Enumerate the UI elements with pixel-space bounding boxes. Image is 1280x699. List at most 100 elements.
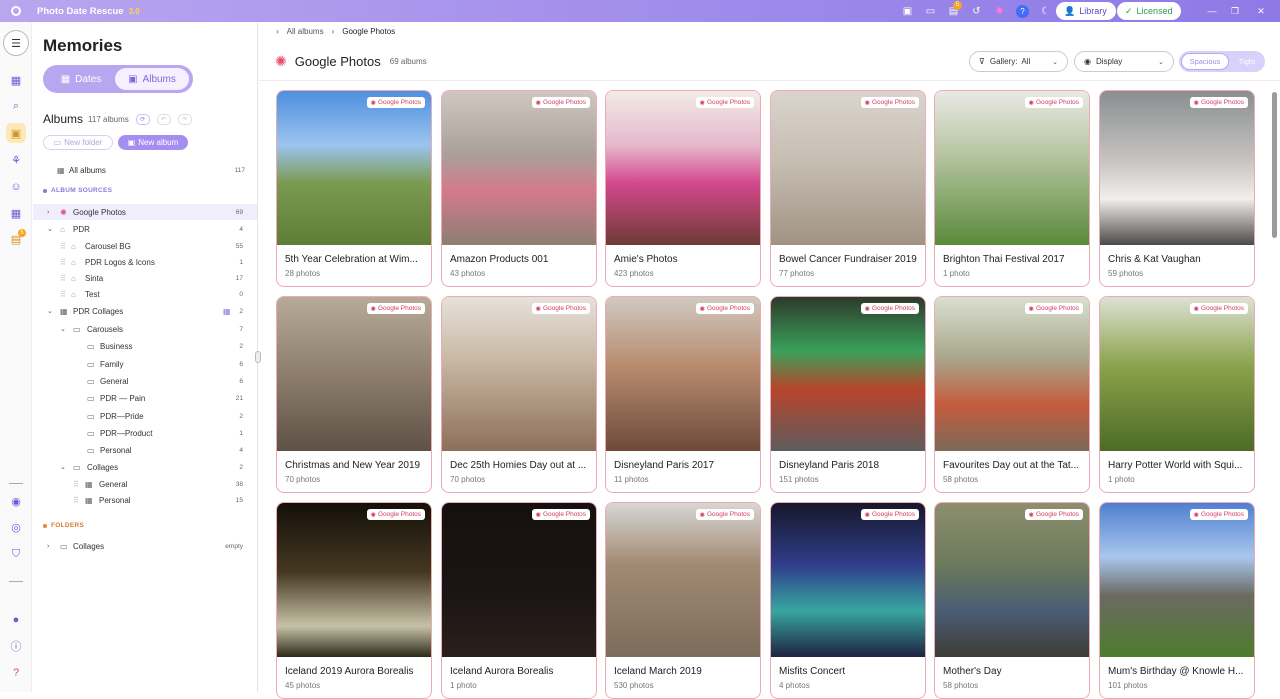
chevron-right-icon[interactable]: › [47, 543, 49, 550]
album-card[interactable]: ✺ Google Photos Amie's Photos 423 photos [605, 90, 761, 287]
albums-tab[interactable]: ▣ Albums [115, 68, 189, 90]
tree-item-count: 7 [239, 325, 243, 333]
info-icon[interactable]: ⓘ [6, 636, 26, 656]
tight-option[interactable]: Tight [1231, 53, 1263, 70]
menu-icon[interactable]: ☰ [3, 30, 29, 56]
album-card[interactable]: ✺ Google Photos Iceland March 2019 530 phot… [605, 502, 761, 699]
view-switch: ▦ Dates ▣ Albums [43, 65, 193, 93]
memories-icon[interactable]: ▣ [6, 123, 26, 143]
chevron-down-icon[interactable]: ⌄ [60, 463, 66, 471]
tree-item-pdr-collages[interactable]: ⌄ ▦ PDR Collages ▦ 2 [33, 303, 257, 319]
spacious-option[interactable]: Spacious [1181, 53, 1229, 70]
tree-item-label: Business [100, 341, 133, 351]
theme-moon-icon[interactable]: ☾ [1036, 0, 1055, 22]
undo-button[interactable]: ↶ [156, 113, 171, 125]
album-card[interactable]: ✺ Google Photos Iceland 2019 Aurora Boreal… [276, 502, 432, 699]
tree-item-carousel-bg[interactable]: ⠿ ⌂ Carousel BG 55 [33, 238, 257, 254]
all-albums-item[interactable]: ▦ All albums 117 [33, 162, 257, 178]
tree-item-label: Personal [99, 495, 131, 505]
album-card[interactable]: ✺ Google Photos Mum's Birthday @ Knowle H.… [1099, 502, 1255, 699]
drag-handle-icon[interactable]: ⠿ [60, 242, 66, 251]
tree-item-pdr-pride[interactable]: ▭ PDR—Pride 2 [33, 408, 257, 424]
close-icon[interactable]: ✕ [1252, 0, 1270, 22]
play-icon[interactable]: ◉ [6, 491, 26, 511]
album-card[interactable]: ✺ Google Photos Bowel Cancer Fundraiser 20… [770, 90, 926, 287]
tree-item-pdr-logos[interactable]: ⠿ ⌂ PDR Logos & Icons 1 [33, 254, 257, 270]
chevron-down-icon[interactable]: ⌄ [60, 325, 66, 333]
notifications-icon[interactable]: ▤ 5 [944, 0, 963, 22]
album-card[interactable]: ✺ Google Photos Christmas and New Year 201… [276, 296, 432, 493]
tree-item-collage-general[interactable]: ⠿ ▦ General 38 [33, 476, 257, 492]
record-icon[interactable]: ● [6, 610, 26, 630]
tree-item-google-photos[interactable]: › ✺ Google Photos 69 [33, 204, 257, 220]
new-album-button[interactable]: ▣ New album [118, 135, 188, 150]
tree-item-personal[interactable]: ▭ Personal 4 [33, 442, 257, 458]
sparkle-icon[interactable]: ✺ [990, 0, 1009, 22]
scrollbar[interactable] [1272, 92, 1277, 238]
maximize-icon[interactable]: ❐ [1226, 0, 1244, 22]
folder-item-collages[interactable]: › ▭ Collages empty [33, 538, 257, 554]
dates-tab[interactable]: ▦ Dates [47, 68, 115, 90]
undo-icon[interactable]: ↺ [967, 0, 986, 22]
google-photos-icon: ✺ [699, 305, 705, 313]
album-card[interactable]: ✺ Google Photos Amazon Products 001 43 phot… [441, 90, 597, 287]
album-card[interactable]: ✺ Google Photos Chris & Kat Vaughan 59 phot… [1099, 90, 1255, 287]
tree-item-family[interactable]: ▭ Family 6 [33, 356, 257, 372]
drag-handle-icon[interactable]: ⠿ [73, 496, 79, 505]
tree-item-pdr[interactable]: ⌄ ⌂ PDR 4 [33, 221, 257, 237]
album-card[interactable]: ✺ Google Photos Iceland Aurora Borealis 1 p… [441, 502, 597, 699]
album-card[interactable]: ✺ Google Photos Disneyland Paris 2017 11 ph… [605, 296, 761, 493]
tree-item-collages[interactable]: ⌄ ▭ Collages 2 [33, 459, 257, 475]
library-button[interactable]: 👤 Library [1056, 2, 1116, 20]
album-card[interactable]: ✺ Google Photos Disneyland Paris 2018 151 p… [770, 296, 926, 493]
drag-handle-icon[interactable]: ⠿ [60, 274, 66, 283]
people-icon[interactable]: ☺ [6, 177, 26, 197]
album-card[interactable]: ✺ Google Photos Misfits Concert 4 photos [770, 502, 926, 699]
gallery-icon[interactable]: ▦ [6, 70, 26, 90]
tree-item-pdr-pain[interactable]: ▭ PDR — Pain 21 [33, 390, 257, 406]
album-card[interactable]: ✺ Google Photos Favourites Day out at the … [934, 296, 1090, 493]
drag-handle-icon[interactable]: ⠿ [73, 480, 79, 489]
tree-item-sinta[interactable]: ⠿ ⌂ Sinta 17 [33, 270, 257, 286]
tree-item-carousels[interactable]: ⌄ ▭ Carousels 7 [33, 321, 257, 337]
help-icon[interactable]: ? [1013, 0, 1032, 22]
album-card[interactable]: ✺ Google Photos 5th Year Celebration at Wi… [276, 90, 432, 287]
tree-item-general[interactable]: ▭ General 6 [33, 373, 257, 389]
display-dropdown[interactable]: ◉ Display ⌄ [1074, 51, 1174, 72]
chevron-down-icon[interactable]: ⌄ [47, 225, 53, 233]
tree-item-test[interactable]: ⠿ ⌂ Test 0 [33, 286, 257, 302]
albums-header: Albums 117 albums ⟳ ↶ ↷ [43, 112, 192, 126]
album-card[interactable]: ✺ Google Photos Dec 25th Homies Day out at… [441, 296, 597, 493]
tree-item-collage-personal[interactable]: ⠿ ▦ Personal 15 [33, 492, 257, 508]
compass-icon[interactable]: ◎ [6, 517, 26, 537]
refresh-button[interactable]: ⟳ [135, 113, 150, 125]
album-card[interactable]: ✺ Google Photos Brighton Thai Festival 201… [934, 90, 1090, 287]
drag-handle-icon[interactable]: ⠿ [60, 258, 66, 267]
gallery-filter-dropdown[interactable]: ⊽ Gallery: All ⌄ [969, 51, 1068, 72]
chevron-right-icon[interactable]: › [47, 209, 49, 216]
search-icon[interactable]: ⌕ [6, 96, 26, 116]
redo-button[interactable]: ↷ [177, 113, 192, 125]
tree-icon[interactable]: ⚘ [6, 150, 26, 170]
minimize-icon[interactable]: — [1203, 0, 1221, 22]
chevron-down-icon[interactable]: ⌄ [47, 307, 53, 315]
breadcrumb-root[interactable]: All albums [287, 27, 324, 36]
resize-handle[interactable] [255, 351, 261, 363]
album-card[interactable]: ✺ Google Photos Harry Potter World with Sq… [1099, 296, 1255, 493]
tree-item-label: PDR Collages [73, 306, 124, 316]
shield-icon[interactable]: ⛉ [6, 544, 26, 564]
layout-icon[interactable]: ▦ [223, 307, 231, 316]
new-folder-button[interactable]: ▭ New folder [43, 135, 113, 150]
licensed-button[interactable]: ✓ Licensed [1117, 2, 1181, 20]
camera-icon[interactable]: ▣ [898, 0, 917, 22]
tree-item-pdr-product[interactable]: ▭ PDR—Product 1 [33, 425, 257, 441]
tree-item-business[interactable]: ▭ Business 2 [33, 338, 257, 354]
album-card[interactable]: ✺ Google Photos Mother's Day 58 photos [934, 502, 1090, 699]
apps-grid-icon[interactable]: ▦ [6, 203, 26, 223]
tree-item-count: 4 [239, 446, 243, 454]
drag-handle-icon[interactable]: ⠿ [60, 290, 66, 299]
collage-icon: ▦ [85, 495, 93, 505]
video-icon[interactable]: ▭ [921, 0, 940, 22]
tasks-icon[interactable]: ▤ 5 [6, 229, 26, 249]
help-circle-icon[interactable]: ? [6, 663, 26, 683]
